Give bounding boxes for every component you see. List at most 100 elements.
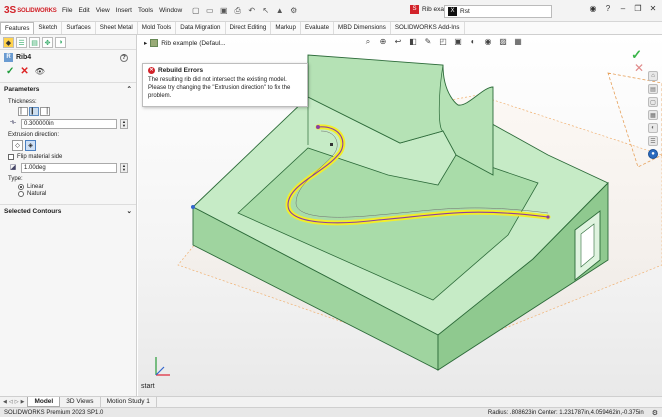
first-side-thickness-icon[interactable]: ▏: [18, 107, 28, 116]
tab-evaluate[interactable]: Evaluate: [301, 22, 335, 34]
draft-angle-input[interactable]: 1.00deg: [21, 163, 117, 173]
menu-edit[interactable]: Edit: [78, 7, 89, 14]
tab-mbd-dimensions[interactable]: MBD Dimensions: [334, 22, 391, 34]
close-icon[interactable]: ✕: [648, 4, 658, 13]
hide-show-items-icon[interactable]: ◐: [468, 37, 478, 47]
tab-data-migration[interactable]: Data Migration: [176, 22, 226, 34]
appearances-icon[interactable]: ◐: [648, 123, 658, 133]
minimize-icon[interactable]: –: [618, 4, 628, 13]
title-bar: 3S SOLIDWORKS File Edit View Insert Tool…: [0, 0, 662, 22]
sketch-endpoint: [546, 215, 550, 219]
print-icon[interactable]: ⎙: [232, 5, 243, 16]
tab-sketch[interactable]: Sketch: [34, 22, 63, 34]
expand-chevron-icon[interactable]: ⌄: [127, 207, 132, 215]
menu-insert[interactable]: Insert: [116, 7, 132, 14]
feature-manager-tab-icon[interactable]: ◆: [3, 37, 14, 48]
parallel-to-sketch-icon[interactable]: ◇: [12, 140, 23, 151]
zoom-to-fit-icon[interactable]: ⌕: [363, 37, 373, 47]
both-sides-thickness-icon[interactable]: ▎: [29, 107, 39, 116]
select-arrow-icon[interactable]: ↖: [260, 5, 271, 16]
zoom-area-icon[interactable]: ⊕: [378, 37, 388, 47]
dynamic-annotation-icon[interactable]: ✎: [423, 37, 433, 47]
tab-model[interactable]: Model: [27, 397, 61, 407]
type-linear-row[interactable]: Linear: [18, 184, 130, 190]
options-gear-icon[interactable]: ⚙: [288, 5, 299, 16]
tab-surfaces[interactable]: Surfaces: [62, 22, 96, 34]
account-icon[interactable]: ◉: [588, 4, 598, 13]
search-input[interactable]: Rst: [460, 8, 470, 15]
parameters-group-header[interactable]: Parameters ⌃: [0, 82, 136, 95]
view-orientation-icon[interactable]: ◰: [438, 37, 448, 47]
section-view-icon[interactable]: ◧: [408, 37, 418, 47]
configuration-manager-tab-icon[interactable]: ▤: [29, 37, 40, 48]
apply-scene-icon[interactable]: ▨: [498, 37, 508, 47]
prev-tab-arrow-icon[interactable]: ◁: [9, 399, 13, 405]
restore-icon[interactable]: ❐: [633, 4, 643, 13]
flip-material-row[interactable]: Flip material side: [8, 154, 130, 160]
tab-mold-tools[interactable]: Mold Tools: [138, 22, 177, 34]
selected-contours-header[interactable]: Selected Contours ⌄: [0, 204, 136, 217]
solidworks-logo[interactable]: 3S SOLIDWORKS: [0, 5, 58, 16]
thickness-input[interactable]: 0.300000in: [21, 119, 117, 129]
preview-eye-icon[interactable]: 👁: [35, 67, 45, 76]
property-manager-tab-icon[interactable]: ☰: [16, 37, 27, 48]
tab-motion-study[interactable]: Motion Study 1: [101, 397, 157, 407]
confirm-cancel-icon[interactable]: ✕: [634, 61, 644, 75]
tree-path-text[interactable]: Rib example (Defaul...: [161, 40, 225, 47]
status-bar: SOLIDWORKS Premium 2023 SP1.0 Radius: .8…: [0, 407, 662, 417]
display-manager-tab-icon[interactable]: ◑: [55, 37, 66, 48]
solidworks-resources-icon[interactable]: ⌂: [648, 71, 658, 81]
draft-toggle-icon[interactable]: ◪: [8, 163, 18, 173]
file-explorer-icon[interactable]: ▢: [648, 97, 658, 107]
undo-icon[interactable]: ↶: [246, 5, 257, 16]
flip-material-checkbox[interactable]: [8, 154, 14, 160]
pm-title-text: Rib4: [16, 54, 32, 61]
display-style-icon[interactable]: ▣: [453, 37, 463, 47]
next-tab-arrow-icon[interactable]: ▷: [15, 399, 19, 405]
design-library-icon[interactable]: ▤: [648, 84, 658, 94]
type-linear-radio[interactable]: [18, 184, 24, 190]
graphics-area[interactable]: ▸ Rib example (Defaul... ⌕ ⊕ ↩ ◧ ✎ ◰ ▣ ◐…: [138, 35, 662, 396]
menu-file[interactable]: File: [62, 7, 72, 14]
extrusion-direction-label: Extrusion direction:: [8, 132, 60, 138]
tab-sheet-metal[interactable]: Sheet Metal: [96, 22, 138, 34]
feature-tree-flyout[interactable]: ▸ Rib example (Defaul...: [144, 39, 226, 47]
tab-direct-editing[interactable]: Direct Editing: [226, 22, 272, 34]
rebuild-icon[interactable]: ▲: [274, 5, 285, 16]
thickness-dimension-icon: ⟛: [9, 119, 17, 126]
ok-check-icon[interactable]: ✓: [6, 66, 14, 77]
tab-solidworks-addins[interactable]: SOLIDWORKS Add-Ins: [391, 22, 465, 34]
type-natural-row[interactable]: Natural: [18, 191, 130, 197]
previous-view-icon[interactable]: ↩: [393, 37, 403, 47]
tab-3d-views[interactable]: 3D Views: [60, 397, 101, 407]
dimxpert-tab-icon[interactable]: ✥: [42, 37, 53, 48]
thickness-spinner[interactable]: ▲ ▼: [120, 119, 128, 129]
help-icon[interactable]: ?: [603, 4, 613, 13]
parameters-label: Parameters: [4, 85, 40, 93]
type-natural-radio[interactable]: [18, 191, 24, 197]
open-folder-icon[interactable]: ▭: [204, 5, 215, 16]
view-palette-icon[interactable]: ▦: [648, 110, 658, 120]
menu-window[interactable]: Window: [159, 7, 182, 14]
edit-appearance-icon[interactable]: ◉: [483, 37, 493, 47]
menu-view[interactable]: View: [96, 7, 110, 14]
normal-to-sketch-icon[interactable]: ◈: [25, 140, 36, 151]
save-icon[interactable]: ▣: [218, 5, 229, 16]
second-side-thickness-icon[interactable]: ▕: [40, 107, 50, 116]
first-tab-arrow-icon[interactable]: ◀: [3, 399, 7, 405]
view-settings-icon[interactable]: ▦: [513, 37, 523, 47]
search-box[interactable]: X Rst: [444, 5, 552, 18]
expand-arrow-icon[interactable]: ▸: [144, 39, 147, 47]
tab-features[interactable]: Features: [0, 22, 35, 34]
solidworks-forum-icon[interactable]: ●: [648, 149, 658, 159]
cancel-x-icon[interactable]: ✕: [20, 66, 28, 77]
draft-angle-spinner[interactable]: ▲ ▼: [120, 163, 128, 173]
last-tab-arrow-icon[interactable]: ▶: [21, 399, 25, 405]
new-document-icon[interactable]: ▢: [190, 5, 201, 16]
custom-properties-icon[interactable]: ☰: [648, 136, 658, 146]
menu-tools[interactable]: Tools: [138, 7, 153, 14]
pm-help-icon[interactable]: ?: [120, 53, 128, 62]
tab-markup[interactable]: Markup: [271, 22, 301, 34]
status-settings-icon[interactable]: ⚙: [652, 409, 658, 417]
collapse-chevron-icon[interactable]: ⌃: [127, 85, 132, 93]
